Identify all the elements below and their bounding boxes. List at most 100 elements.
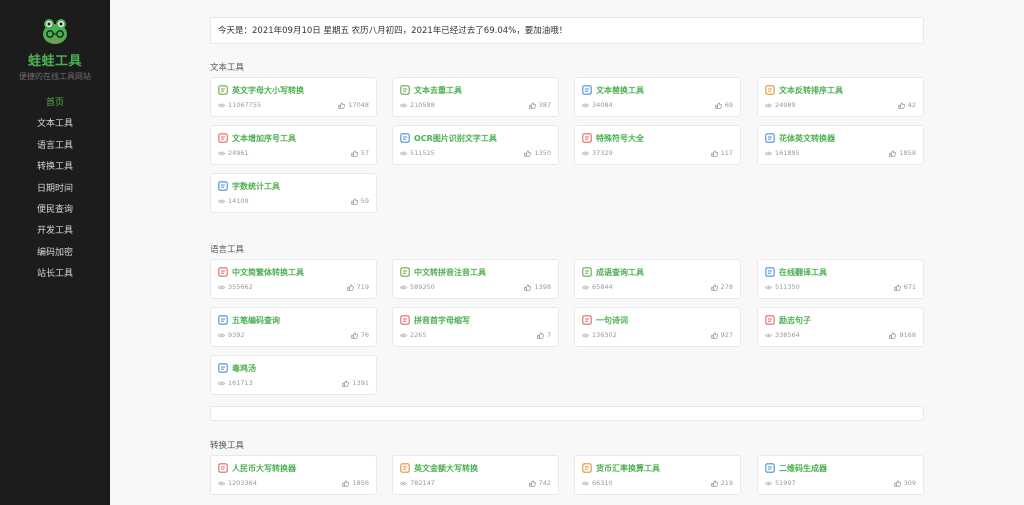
tool-card[interactable]: 毒鸡汤 161713 1391 bbox=[210, 355, 377, 395]
like-count[interactable]: 76 bbox=[351, 331, 369, 339]
tool-card-title[interactable]: 一句诗词 bbox=[596, 315, 628, 326]
like-count[interactable]: 9168 bbox=[889, 331, 916, 339]
tool-card[interactable]: 文本反转排序工具 24989 42 bbox=[757, 77, 924, 117]
tool-card[interactable]: 成语查询工具 65844 278 bbox=[574, 259, 741, 299]
thumbs-up-icon[interactable] bbox=[351, 331, 358, 339]
thumbs-up-icon[interactable] bbox=[893, 283, 901, 291]
like-count[interactable]: 17048 bbox=[338, 101, 369, 109]
like-count[interactable]: 219 bbox=[710, 479, 733, 487]
like-count[interactable]: 742 bbox=[528, 479, 551, 487]
thumbs-up-icon[interactable] bbox=[710, 283, 718, 291]
thumbs-up-icon[interactable] bbox=[346, 283, 354, 291]
like-count[interactable]: 57 bbox=[351, 149, 369, 157]
tool-card[interactable]: 文本去重工具 210588 387 bbox=[392, 77, 559, 117]
like-count[interactable]: 278 bbox=[710, 283, 733, 291]
tool-card-title[interactable]: 花体英文转换器 bbox=[779, 133, 835, 144]
tool-card[interactable]: 字数统计工具 14109 59 bbox=[210, 173, 377, 213]
like-count[interactable]: 1858 bbox=[889, 149, 916, 157]
tool-card[interactable]: 一句诗词 136302 927 bbox=[574, 307, 741, 347]
tool-card-title[interactable]: 英文金额大写转换 bbox=[414, 463, 478, 474]
tool-card-title[interactable]: 文本去重工具 bbox=[414, 85, 462, 96]
tool-card[interactable]: 花体英文转换器 161895 1858 bbox=[757, 125, 924, 165]
tool-card[interactable]: 英文字母大小写转换 11067755 17048 bbox=[210, 77, 377, 117]
thumbs-up-icon[interactable] bbox=[898, 101, 905, 109]
tool-card[interactable]: 人民币大写转换器 1203364 1856 bbox=[210, 455, 377, 495]
tool-card-title[interactable]: 中文简繁体转换工具 bbox=[232, 267, 304, 278]
like-count[interactable]: 117 bbox=[710, 149, 733, 157]
nav-item-language-tools[interactable]: 语言工具 bbox=[0, 136, 110, 157]
tool-card[interactable]: 励志句子 338564 9168 bbox=[757, 307, 924, 347]
thumbs-up-icon[interactable] bbox=[342, 379, 350, 387]
tool-card[interactable]: OCR图片识别文字工具 511525 1350 bbox=[392, 125, 559, 165]
like-count[interactable]: 1350 bbox=[524, 149, 551, 157]
like-count[interactable]: 59 bbox=[351, 197, 369, 205]
like-count[interactable]: 927 bbox=[710, 331, 733, 339]
like-count[interactable]: 69 bbox=[715, 101, 733, 109]
tool-card[interactable]: 特殊符号大全 37329 117 bbox=[574, 125, 741, 165]
tool-card-title[interactable]: 文本反转排序工具 bbox=[779, 85, 843, 96]
tool-card-title[interactable]: 在线翻译工具 bbox=[779, 267, 827, 278]
like-count[interactable]: 7 bbox=[537, 331, 551, 339]
tool-card-title[interactable]: 英文字母大小写转换 bbox=[232, 85, 304, 96]
tool-card[interactable]: 五笔编码查询 9392 76 bbox=[210, 307, 377, 347]
tool-card[interactable]: 文本替换工具 34084 69 bbox=[574, 77, 741, 117]
tool-card[interactable]: 文本增加序号工具 24961 57 bbox=[210, 125, 377, 165]
like-count[interactable]: 1856 bbox=[342, 479, 369, 487]
thumbs-up-icon[interactable] bbox=[338, 101, 346, 109]
poem-icon bbox=[582, 315, 592, 325]
thumbs-up-icon[interactable] bbox=[528, 479, 536, 487]
thumbs-up-icon[interactable] bbox=[889, 331, 897, 339]
tool-card-title[interactable]: 五笔编码查询 bbox=[232, 315, 280, 326]
tool-card[interactable]: 中文简繁体转换工具 355662 719 bbox=[210, 259, 377, 299]
tool-card[interactable]: 二维码生成器 51997 309 bbox=[757, 455, 924, 495]
tool-card-title[interactable]: 人民币大写转换器 bbox=[232, 463, 296, 474]
tool-card-title[interactable]: 中文转拼音注音工具 bbox=[414, 267, 486, 278]
nav-item-dev-tools[interactable]: 开发工具 bbox=[0, 221, 110, 242]
thumbs-up-icon[interactable] bbox=[710, 149, 718, 157]
tool-card[interactable]: 拼音首字母缩写 2265 7 bbox=[392, 307, 559, 347]
nav-item-home[interactable]: 首页 bbox=[0, 93, 110, 114]
thumbs-up-icon[interactable] bbox=[710, 331, 718, 339]
tool-card-title[interactable]: 文本替换工具 bbox=[596, 85, 644, 96]
like-count[interactable]: 1398 bbox=[524, 283, 551, 291]
like-count[interactable]: 719 bbox=[346, 283, 369, 291]
tool-card-title[interactable]: 励志句子 bbox=[779, 315, 811, 326]
like-count[interactable]: 309 bbox=[893, 479, 916, 487]
like-count[interactable]: 42 bbox=[898, 101, 916, 109]
nav-item-text-tools[interactable]: 文本工具 bbox=[0, 114, 110, 135]
tool-card-title[interactable]: OCR图片识别文字工具 bbox=[414, 133, 497, 144]
tool-card[interactable]: 货币汇率换算工具 66310 219 bbox=[574, 455, 741, 495]
tool-card[interactable]: 在线翻译工具 511350 671 bbox=[757, 259, 924, 299]
site-title[interactable]: 蛙蛙工具 bbox=[0, 50, 110, 69]
thumbs-up-icon[interactable] bbox=[710, 479, 718, 487]
tool-card-title[interactable]: 成语查询工具 bbox=[596, 267, 644, 278]
tool-card-title[interactable]: 文本增加序号工具 bbox=[232, 133, 296, 144]
frog-logo-icon[interactable] bbox=[41, 17, 69, 45]
thumbs-up-icon[interactable] bbox=[342, 479, 350, 487]
nav-item-encoding[interactable]: 编码加密 bbox=[0, 243, 110, 264]
nav-item-conversion-tools[interactable]: 转换工具 bbox=[0, 157, 110, 178]
nav-item-webmaster-tools[interactable]: 站长工具 bbox=[0, 264, 110, 285]
thumbs-up-icon[interactable] bbox=[351, 149, 358, 157]
thumbs-up-icon[interactable] bbox=[537, 331, 544, 339]
tool-card-title[interactable]: 字数统计工具 bbox=[232, 181, 280, 192]
tool-card-title[interactable]: 特殊符号大全 bbox=[596, 133, 644, 144]
tool-card-title[interactable]: 拼音首字母缩写 bbox=[414, 315, 470, 326]
nav-item-convenience-query[interactable]: 便民查询 bbox=[0, 200, 110, 221]
like-count[interactable]: 1391 bbox=[342, 379, 369, 387]
thumbs-up-icon[interactable] bbox=[889, 149, 897, 157]
thumbs-up-icon[interactable] bbox=[893, 479, 901, 487]
thumbs-up-icon[interactable] bbox=[524, 149, 532, 157]
tool-card[interactable]: 中文转拼音注音工具 589250 1398 bbox=[392, 259, 559, 299]
thumbs-up-icon[interactable] bbox=[351, 197, 358, 205]
like-count[interactable]: 671 bbox=[893, 283, 916, 291]
thumbs-up-icon[interactable] bbox=[715, 101, 722, 109]
tool-card-title[interactable]: 毒鸡汤 bbox=[232, 363, 256, 374]
tool-card-title[interactable]: 货币汇率换算工具 bbox=[596, 463, 660, 474]
tool-card-title[interactable]: 二维码生成器 bbox=[779, 463, 827, 474]
like-count[interactable]: 387 bbox=[528, 101, 551, 109]
tool-card[interactable]: 英文金额大写转换 782147 742 bbox=[392, 455, 559, 495]
nav-item-date-time[interactable]: 日期时间 bbox=[0, 179, 110, 200]
thumbs-up-icon[interactable] bbox=[528, 101, 536, 109]
thumbs-up-icon[interactable] bbox=[524, 283, 532, 291]
